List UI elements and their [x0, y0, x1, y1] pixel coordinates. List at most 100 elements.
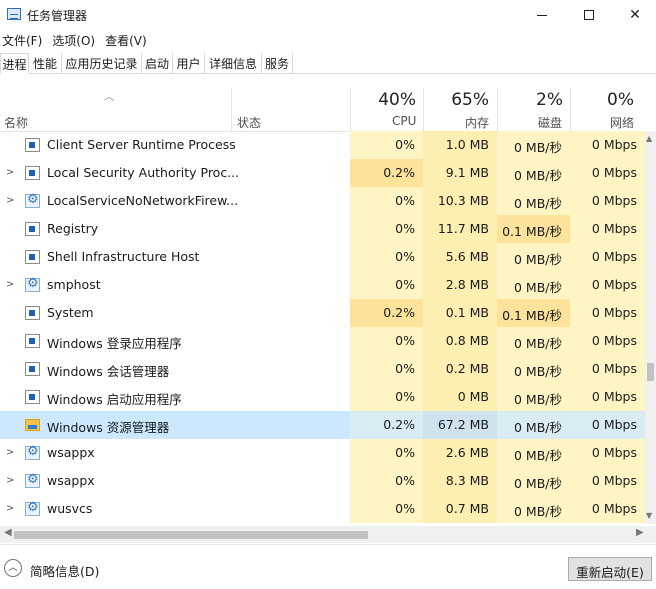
tab-services[interactable]: 服务 [262, 53, 293, 74]
cpu-cell: 0% [350, 215, 423, 243]
chevron-right-icon[interactable]: > [6, 447, 14, 458]
header-name[interactable]: 名称 [4, 114, 28, 131]
menu-view[interactable]: 查看(V) [103, 30, 151, 50]
network-cell: 0 Mbps [570, 327, 645, 355]
header-memory[interactable]: 内存 [465, 114, 489, 131]
name-cell: > wusvcs [0, 495, 232, 523]
column-divider[interactable] [231, 88, 232, 132]
cpu-cell: 0% [350, 187, 423, 215]
tab-processes[interactable]: 进程 [0, 53, 29, 74]
minimize-button[interactable] [519, 0, 565, 30]
process-name: Local Security Authority Proc... [47, 165, 240, 180]
process-name: Client Server Runtime Process [47, 137, 236, 152]
process-name: System [47, 305, 94, 320]
table-row[interactable]: Windows 会话管理器 0% 0.2 MB 0 MB/秒 0 Mbps [0, 355, 645, 383]
tab-bar: 进程 性能 应用历史记录 启动 用户 详细信息 服务 [0, 51, 656, 74]
cpu-cell: 0.2% [350, 411, 423, 439]
name-cell: Windows 会话管理器 [0, 355, 232, 383]
process-icon [25, 306, 40, 320]
memory-cell: 9.1 MB [423, 159, 497, 187]
disk-cell: 0 MB/秒 [497, 243, 570, 271]
close-button[interactable]: ✕ [612, 0, 656, 30]
disk-cell: 0 MB/秒 [497, 271, 570, 299]
table-row[interactable]: > smphost 0%2.8 MB0 MB/秒0 Mbps [0, 271, 645, 299]
table-row[interactable]: > wusvcs 0%0.7 MB0 MB/秒0 Mbps [0, 495, 645, 523]
memory-cell: 5.6 MB [423, 243, 497, 271]
menu-file[interactable]: 文件(F) [0, 30, 46, 50]
scroll-left-icon[interactable]: ◀ [4, 527, 12, 538]
header-disk[interactable]: 磁盘 [538, 114, 562, 131]
restart-button[interactable]: 重新启动(E) [568, 557, 652, 581]
horizontal-scroll-thumb[interactable] [14, 531, 368, 539]
status-cell [232, 495, 350, 523]
process-icon [25, 390, 40, 404]
header-status[interactable]: 状态 [237, 114, 261, 131]
fewer-details-link[interactable]: 简略信息(D) [30, 561, 99, 580]
process-icon [25, 250, 40, 264]
header-disk-percent[interactable]: 2% [497, 90, 563, 110]
table-row[interactable]: >LocalServiceNoNetworkFirew...0%10.3 MB0… [0, 187, 645, 215]
maximize-button[interactable] [566, 0, 612, 30]
table-row[interactable]: Windows 登录应用程序 0% 0.8 MB 0 MB/秒 0 Mbps [0, 327, 645, 355]
vertical-scrollbar[interactable]: ▲ ▼ [645, 131, 656, 524]
table-row[interactable]: Windows 启动应用程序 0% 0 MB 0 MB/秒 0 Mbps [0, 383, 645, 411]
process-name: Registry [47, 221, 99, 236]
table-row[interactable]: > wsappx 0%2.6 MB0 MB/秒0 Mbps [0, 439, 645, 467]
memory-cell: 1.0 MB [423, 131, 497, 159]
menu-bar: 文件(F) 选项(O) 查看(V) [0, 30, 656, 50]
title-bar: 任务管理器 ✕ [0, 0, 656, 30]
vertical-scroll-thumb[interactable] [647, 363, 654, 381]
table-row[interactable]: Windows 资源管理器 0.2% 67.2 MB 0 MB/秒 0 Mbps [0, 411, 645, 439]
network-cell: 0 Mbps [570, 271, 645, 299]
table-row[interactable]: > Local Security Authority Proc... 0.2% 9.1… [0, 159, 645, 187]
header-network-percent[interactable]: 0% [570, 90, 634, 110]
cpu-cell: 0% [350, 271, 423, 299]
scroll-right-icon[interactable]: ▶ [636, 527, 644, 538]
chevron-right-icon[interactable]: > [6, 279, 14, 290]
header-cpu[interactable]: CPU [392, 114, 416, 128]
header-memory-percent[interactable]: 65% [423, 90, 489, 110]
disk-cell: 0.1 MB/秒 [497, 215, 570, 243]
menu-options[interactable]: 选项(O) [50, 30, 99, 50]
network-cell: 0 Mbps [570, 411, 645, 439]
disk-cell: 0 MB/秒 [497, 439, 570, 467]
header-cpu-percent[interactable]: 40% [350, 90, 416, 110]
name-cell: System [0, 299, 232, 327]
table-row[interactable]: > wsappx 0%8.3 MB0 MB/秒0 Mbps [0, 467, 645, 495]
network-cell: 0 Mbps [570, 495, 645, 523]
tab-app-history[interactable]: 应用历史记录 [62, 53, 142, 74]
name-cell: > smphost [0, 271, 232, 299]
chevron-right-icon[interactable]: > [6, 475, 14, 486]
network-cell: 0 Mbps [570, 159, 645, 187]
footer: ︿ 简略信息(D) 重新启动(E) [0, 544, 656, 589]
tab-startup[interactable]: 启动 [142, 53, 173, 74]
horizontal-scrollbar[interactable]: ◀ ▶ [0, 526, 656, 543]
name-cell: Windows 资源管理器 [0, 411, 232, 439]
scroll-up-icon[interactable]: ▲ [646, 134, 652, 143]
network-cell: 0 Mbps [570, 131, 645, 159]
chevron-up-icon[interactable]: ︿ [4, 559, 22, 577]
tab-performance[interactable]: 性能 [29, 53, 62, 74]
chevron-right-icon[interactable]: > [6, 195, 14, 206]
status-cell [232, 159, 350, 187]
tab-users[interactable]: 用户 [173, 53, 205, 74]
chevron-right-icon[interactable]: > [6, 167, 14, 178]
table-row[interactable]: System 0.2% 0.1 MB 0.1 MB/秒 0 Mbps [0, 299, 645, 327]
process-icon [25, 192, 40, 208]
network-cell: 0 Mbps [570, 299, 645, 327]
process-icon [25, 138, 40, 152]
chevron-right-icon[interactable]: > [6, 503, 14, 514]
table-row[interactable]: Registry 0% 11.7 MB 0.1 MB/秒 0 Mbps [0, 215, 645, 243]
process-icon [25, 500, 40, 516]
header-network[interactable]: 网络 [610, 114, 634, 131]
tab-details[interactable]: 详细信息 [205, 53, 262, 74]
name-cell: Client Server Runtime Process [0, 131, 236, 159]
disk-cell: 0 MB/秒 [497, 495, 570, 523]
table-row[interactable]: Shell Infrastructure Host 0% 5.6 MB 0 MB/秒 0… [0, 243, 645, 271]
name-cell: > Local Security Authority Proc... [0, 159, 239, 187]
cpu-cell: 0.2% [350, 159, 423, 187]
process-icon [25, 222, 40, 236]
table-row[interactable]: Client Server Runtime Process 0% 1.0 MB 0 M… [0, 131, 645, 159]
scroll-down-icon[interactable]: ▼ [646, 511, 652, 520]
memory-cell: 0 MB [423, 383, 497, 411]
